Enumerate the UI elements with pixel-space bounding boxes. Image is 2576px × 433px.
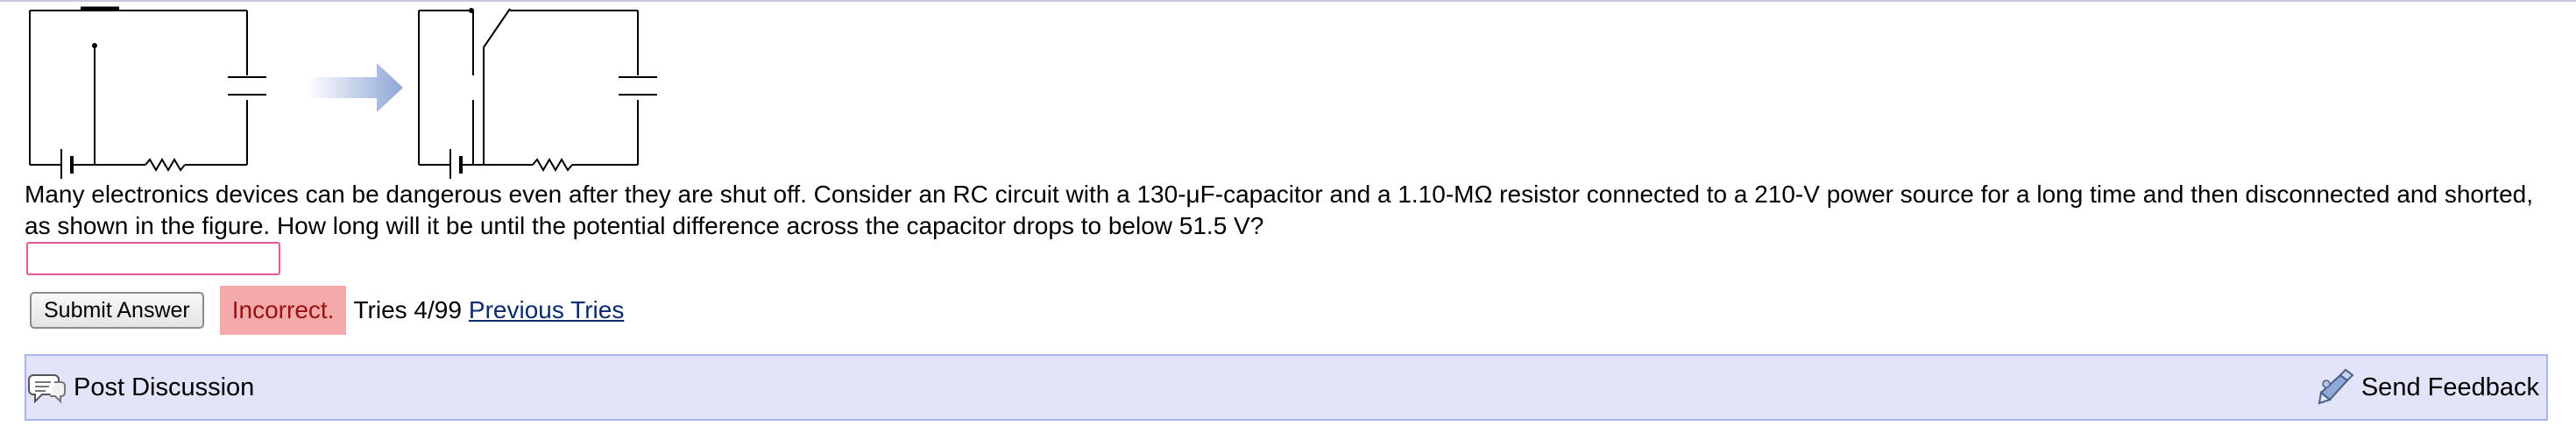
speech-bubble-icon (28, 374, 66, 404)
tries-count: Tries 4/99 (353, 296, 462, 323)
send-feedback-button[interactable]: Send Feedback (2316, 368, 2539, 407)
circuit-figure (25, 5, 673, 181)
answer-input[interactable] (26, 242, 280, 275)
question-text: Many electronics devices can be dangerou… (25, 181, 2533, 239)
arrow-right-icon (307, 63, 403, 112)
post-discussion-button[interactable]: Post Discussion (28, 370, 254, 405)
previous-tries-link[interactable]: Previous Tries (469, 296, 624, 324)
circuit-shorted (418, 8, 657, 172)
circuit-charging (29, 10, 266, 172)
status-badge: Incorrect. (219, 286, 347, 335)
circuit-diagram (29, 6, 657, 179)
submit-answer-button[interactable]: Submit Answer (30, 292, 204, 329)
post-discussion-label: Post Discussion (74, 373, 255, 401)
discussion-bar: Post Discussion Send Feedback (25, 354, 2548, 421)
send-feedback-label: Send Feedback (2360, 373, 2539, 401)
feedback-icon (2318, 368, 2354, 405)
top-divider (0, 0, 2576, 2)
switch-contact-dot (92, 43, 97, 48)
submit-row: Submit Answer Incorrect. Tries 4/99 Prev… (30, 286, 624, 335)
